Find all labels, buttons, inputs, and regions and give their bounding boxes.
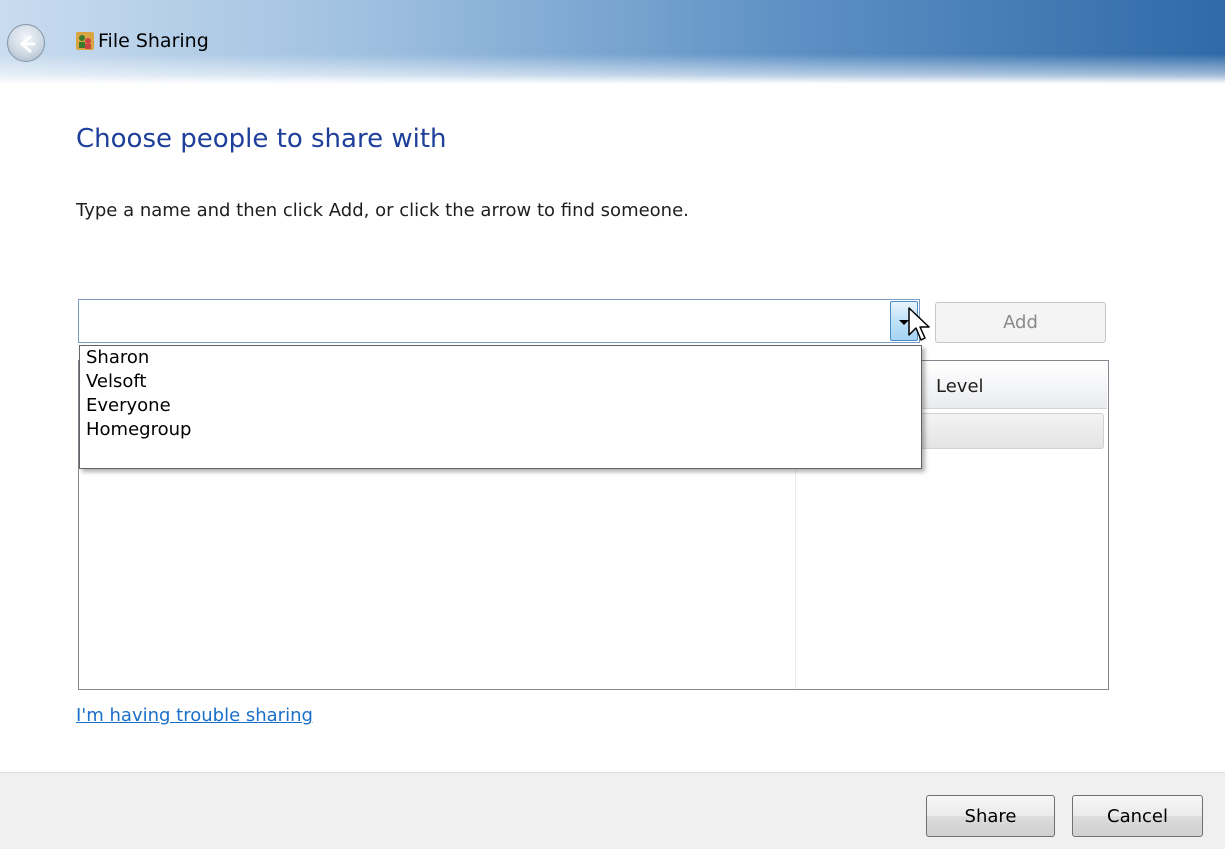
dropdown-option-homegroup[interactable]: Homegroup	[80, 418, 921, 442]
window-title: File Sharing	[98, 30, 209, 52]
dropdown-option-velsoft[interactable]: Velsoft	[80, 370, 921, 394]
name-input[interactable]	[85, 300, 889, 342]
cancel-button[interactable]: Cancel	[1072, 795, 1203, 837]
share-button[interactable]: Share	[926, 795, 1055, 837]
mouse-pointer-icon	[908, 307, 930, 341]
permission-level-header-label: Level	[936, 376, 984, 397]
add-button[interactable]: Add	[935, 302, 1106, 343]
back-button[interactable]	[7, 24, 45, 62]
trouble-sharing-link[interactable]: I'm having trouble sharing	[76, 705, 313, 726]
back-arrow-icon	[20, 35, 36, 53]
name-combobox[interactable]	[78, 299, 920, 343]
people-share-icon	[76, 32, 94, 54]
dropdown-option-everyone[interactable]: Everyone	[80, 394, 921, 418]
instruction-text: Type a name and then click Add, or click…	[76, 200, 689, 221]
name-dropdown-list[interactable]: Sharon Velsoft Everyone Homegroup	[79, 345, 922, 469]
dropdown-option-sharon[interactable]: Sharon	[80, 346, 921, 370]
page-heading: Choose people to share with	[76, 124, 447, 154]
